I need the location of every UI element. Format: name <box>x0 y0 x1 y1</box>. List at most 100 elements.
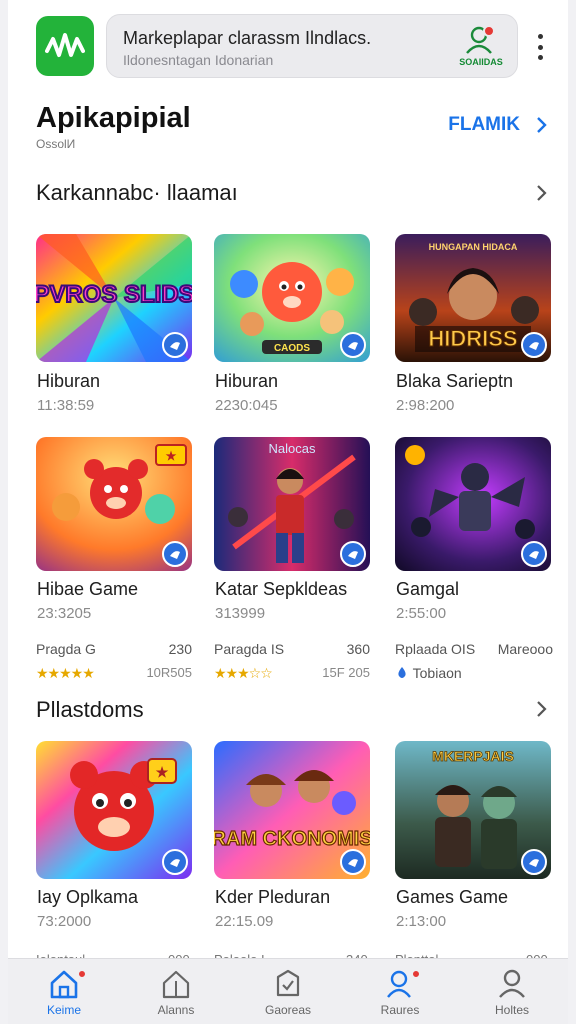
account-button[interactable]: SOAIIDAS <box>453 23 509 73</box>
svg-text:RAM CKONOMIS: RAM CKONOMIS <box>214 828 370 850</box>
games-icon <box>276 969 300 997</box>
verified-badge-icon <box>521 332 547 358</box>
app-meta: 22:15.09 <box>215 913 274 930</box>
developer-row: Tobiaon <box>395 665 462 681</box>
rating-row: Rplaada OIS Mareooo Tobiaon <box>395 641 553 685</box>
app-thumbnail: MKERPJAIS <box>395 741 551 879</box>
star-rating: ★★★☆☆ <box>214 665 273 681</box>
nav-label: Gaoreas <box>264 1003 312 1017</box>
nav-apps[interactable]: Alanns <box>131 967 221 1023</box>
nav-label: Alanns <box>157 1003 195 1017</box>
nav-games[interactable]: Gaoreas <box>243 967 333 1023</box>
app-card[interactable]: CAODS Hiburan 2230:045 <box>214 234 372 424</box>
nav-label: Holtes <box>494 1003 529 1017</box>
apps-icon <box>162 970 190 999</box>
more-menu-icon[interactable] <box>530 30 550 64</box>
rating-value: 230 <box>168 641 192 657</box>
app-name: Iay Oplkama <box>37 887 139 907</box>
bottom-navigation: Keime Alanns Gaoreas Raures Holtes <box>8 958 568 1024</box>
app-name: Hiburan <box>215 371 279 391</box>
chevron-right-icon[interactable] <box>530 182 552 204</box>
svg-text:★: ★ <box>166 449 177 463</box>
rating-label: Pragda G <box>36 641 96 657</box>
app-card[interactable]: HUNGAPAN HIDACA HIDRISS Blaka Sarieptn 2… <box>395 234 553 424</box>
verified-badge-icon <box>340 541 366 567</box>
svg-text:MKERPJAIS: MKERPJAIS <box>432 748 514 764</box>
svg-text:HIDRISS: HIDRISS <box>428 326 517 351</box>
app-card[interactable]: ★ Hibae Game 23:3205 <box>36 437 194 627</box>
app-thumbnail: ★ <box>36 437 192 571</box>
app-meta: 2230:045 <box>215 397 278 414</box>
app-meta: 2:55:00 <box>396 605 447 622</box>
logo-wave-icon <box>45 33 85 57</box>
rating-row: Pragda G 230 ★★★★★ 10R505 <box>36 641 192 685</box>
app-meta: 313999 <box>215 605 266 622</box>
app-card[interactable]: PVROS SLIDS Hiburan 11:38:59 <box>36 234 194 424</box>
app-card[interactable]: Gamgal 2:55:00 <box>395 437 553 627</box>
app-thumbnail: PVROS SLIDS <box>36 234 192 362</box>
page-subtitle: OssolИ <box>36 137 76 151</box>
verified-badge-icon <box>521 541 547 567</box>
verified-badge-icon <box>162 849 188 875</box>
nav-home[interactable]: Keime <box>19 967 109 1023</box>
page-title: Apikapipial <box>36 102 191 134</box>
notification-dot <box>483 25 495 37</box>
rating-value: 360 <box>346 641 370 657</box>
app-name: Blaka Sarieptn <box>396 371 514 391</box>
svg-text:HUNGAPAN HIDACA: HUNGAPAN HIDACA <box>429 242 518 252</box>
section-title: Karkannabc· llaamaı <box>36 180 238 205</box>
rating-label: Paragda IS <box>214 641 285 657</box>
verified-badge-icon <box>162 332 188 358</box>
app-meta: 73:2000 <box>37 913 92 930</box>
section-title: Pllastdoms <box>36 697 144 722</box>
rating-value: Mareooo <box>497 641 553 657</box>
app-thumbnail: RAM CKONOMIS <box>214 741 370 879</box>
nav-label: Keime <box>46 1003 81 1017</box>
svg-text:★: ★ <box>156 764 169 780</box>
app-card[interactable]: RAM CKONOMIS Kder Pleduran 22:15.09 <box>214 741 372 941</box>
app-thumbnail <box>395 437 551 571</box>
verified-badge-icon <box>162 541 188 567</box>
app-card[interactable]: MKERPJAIS Games Game 2:13:00 <box>395 741 553 941</box>
rating-label: Rplaada OIS <box>395 641 476 657</box>
app-meta: 23:3205 <box>37 605 92 622</box>
notification-dot <box>411 969 421 979</box>
app-card[interactable]: Nalocas Katar Sepkldeas 313999 <box>214 437 372 627</box>
app-thumbnail: HUNGAPAN HIDACA HIDRISS <box>395 234 551 362</box>
rating-row: Paragda IS 360 ★★★☆☆ 15F 205 <box>214 641 370 685</box>
app-meta: 11:38:59 <box>37 397 95 414</box>
review-count: 10R505 <box>146 665 192 680</box>
search-subtitle: Ildonesntagan Idonarian <box>123 52 274 68</box>
droplet-icon <box>398 667 406 678</box>
chevron-right-icon[interactable] <box>530 698 552 720</box>
home-icon <box>50 970 78 999</box>
svg-text:Nalocas: Nalocas <box>269 441 316 456</box>
account-label: SOAIIDAS <box>459 57 503 67</box>
review-count: 15F 205 <box>322 665 370 680</box>
verified-badge-icon <box>521 849 547 875</box>
verified-badge-icon <box>340 332 366 358</box>
top-bar: Markeplapar clarassm Ilndlacs. Ildonesnt… <box>8 0 568 94</box>
user-icon <box>466 26 492 54</box>
verified-badge-icon <box>340 849 366 875</box>
app-logo[interactable] <box>36 16 94 76</box>
app-card[interactable]: ★ Iay Oplkama 73:2000 <box>36 741 194 941</box>
svg-text:CAODS: CAODS <box>274 343 310 354</box>
search-bar[interactable]: Markeplapar clarassm Ilndlacs. Ildonesnt… <box>106 14 518 78</box>
app-name: Katar Sepkldeas <box>215 579 348 599</box>
app-name: Hibae Game <box>37 579 139 599</box>
app-meta: 2:98:200 <box>396 397 455 414</box>
hero-link[interactable]: FLAMIK <box>448 114 520 136</box>
app-name: Kder Pleduran <box>215 887 331 907</box>
app-frame: Markeplapar clarassm Ilndlacs. Ildonesnt… <box>8 0 568 1024</box>
star-rating: ★★★★★ <box>36 665 95 681</box>
chevron-right-icon[interactable] <box>530 114 552 136</box>
nav-updates[interactable]: Raures <box>355 967 445 1023</box>
app-name: Hiburan <box>37 371 101 391</box>
nav-profile[interactable]: Holtes <box>467 967 557 1023</box>
app-name: Gamgal <box>396 579 460 599</box>
app-thumbnail: Nalocas <box>214 437 370 571</box>
app-thumbnail: CAODS <box>214 234 370 362</box>
notification-dot <box>77 969 87 979</box>
nav-label: Raures <box>380 1003 420 1017</box>
